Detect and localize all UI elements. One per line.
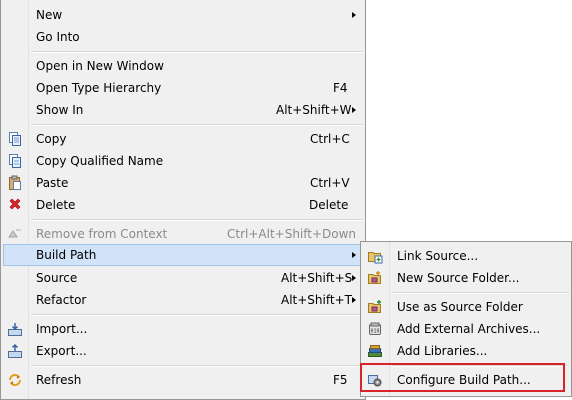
submenu-item-configure-build-path[interactable]: Configure Build Path... (363, 369, 569, 391)
menu-separator (31, 314, 363, 316)
submenu-item-add-external-archives[interactable]: 010 Add External Archives... (363, 318, 569, 340)
menu-item-label: Refactor (36, 293, 87, 307)
menu-item-label: Refresh (36, 373, 82, 387)
menu-item-copy[interactable]: Copy Ctrl+C (3, 128, 363, 150)
menu-item-go-into[interactable]: Go Into (3, 26, 363, 48)
menu-item-shortcut: Ctrl+C (310, 132, 350, 146)
import-icon (7, 321, 23, 337)
menu-item-shortcut: Alt+Shift+S (281, 271, 353, 285)
menu-item-delete[interactable]: Delete Delete (3, 194, 363, 216)
menu-item-shortcut: Ctrl+V (310, 176, 350, 190)
use-as-source-folder-icon (367, 299, 383, 315)
menu-separator (31, 51, 363, 53)
menu-item-label: New (36, 8, 63, 22)
submenu-item-use-as-source-folder[interactable]: Use as Source Folder (363, 296, 569, 318)
jar-archive-icon: 010 (367, 321, 383, 337)
menu-item-label: Add External Archives... (397, 322, 541, 336)
new-source-folder-icon (367, 270, 383, 286)
menu-item-shortcut: F4 (333, 81, 348, 95)
link-source-icon (367, 248, 383, 264)
menu-item-label: Source (36, 271, 78, 285)
refresh-icon (7, 372, 23, 388)
menu-item-label: Go Into (36, 30, 80, 44)
menu-separator (31, 124, 363, 126)
paste-icon (7, 175, 23, 191)
submenu-arrow-icon (352, 107, 356, 113)
submenu-arrow-icon (352, 12, 356, 18)
copy-icon (7, 131, 23, 147)
submenu-arrow-icon (352, 297, 356, 303)
configure-build-path-icon (367, 372, 383, 388)
submenu-arrow-icon (352, 275, 356, 281)
menu-item-label: Import... (36, 322, 88, 336)
menu-item-label: Paste (36, 176, 69, 190)
svg-text:010: 010 (370, 329, 379, 335)
menu-item-remove-from-context[interactable]: Remove from Context Ctrl+Alt+Shift+Down (3, 223, 363, 245)
menu-item-open-in-new-window[interactable]: Open in New Window (3, 55, 363, 77)
menu-item-copy-qualified-name[interactable]: Copy Qualified Name (3, 150, 363, 172)
menu-item-label: Show In (36, 103, 84, 117)
menu-separator (392, 365, 569, 367)
submenu-item-link-source[interactable]: Link Source... (363, 245, 569, 267)
menu-item-export[interactable]: Export... (3, 340, 363, 362)
build-path-submenu: Link Source... New Source Folder... Use … (360, 241, 572, 397)
libraries-icon (367, 343, 383, 359)
menu-separator (392, 292, 569, 294)
copy-qualified-name-icon (7, 153, 23, 169)
menu-item-source[interactable]: Source Alt+Shift+S (3, 267, 363, 289)
menu-item-label: Copy Qualified Name (36, 154, 164, 168)
remove-from-context-icon (7, 226, 23, 242)
context-menu: New Go Into Open in New Window Open Type… (0, 0, 366, 400)
menu-item-paste[interactable]: Paste Ctrl+V (3, 172, 363, 194)
menu-item-shortcut: Ctrl+Alt+Shift+Down (227, 227, 357, 241)
menu-separator (31, 365, 363, 367)
menu-item-label: Copy (36, 132, 67, 146)
menu-item-label: Open Type Hierarchy (36, 81, 162, 95)
menu-item-label: Open in New Window (36, 59, 164, 73)
submenu-item-add-libraries[interactable]: Add Libraries... (363, 340, 569, 362)
menu-item-label: Remove from Context (36, 227, 168, 241)
menu-item-refactor[interactable]: Refactor Alt+Shift+T (3, 289, 363, 311)
menu-item-label: Link Source... (397, 249, 479, 263)
menu-item-label: Configure Build Path... (397, 373, 531, 387)
menu-item-open-type-hierarchy[interactable]: Open Type Hierarchy F4 (3, 77, 363, 99)
menu-item-label: Use as Source Folder (397, 300, 523, 314)
delete-icon (7, 197, 23, 213)
menu-item-label: Delete (36, 198, 76, 212)
menu-item-build-path[interactable]: Build Path (3, 244, 363, 266)
menu-separator (31, 219, 363, 221)
export-icon (7, 343, 23, 359)
submenu-item-new-source-folder[interactable]: New Source Folder... (363, 267, 569, 289)
submenu-arrow-icon (352, 252, 356, 258)
menu-item-shortcut: F5 (333, 373, 348, 387)
menu-item-label: Build Path (36, 248, 97, 262)
menu-item-new[interactable]: New (3, 4, 363, 26)
menu-item-label: New Source Folder... (397, 271, 520, 285)
menu-item-label: Export... (36, 344, 87, 358)
menu-item-show-in[interactable]: Show In Alt+Shift+W (3, 99, 363, 121)
menu-item-label: Add Libraries... (397, 344, 488, 358)
menu-item-shortcut: Alt+Shift+T (281, 293, 352, 307)
menu-item-shortcut: Alt+Shift+W (276, 103, 352, 117)
menu-item-import[interactable]: Import... (3, 318, 363, 340)
menu-item-shortcut: Delete (309, 198, 349, 212)
menu-item-refresh[interactable]: Refresh F5 (3, 369, 363, 391)
